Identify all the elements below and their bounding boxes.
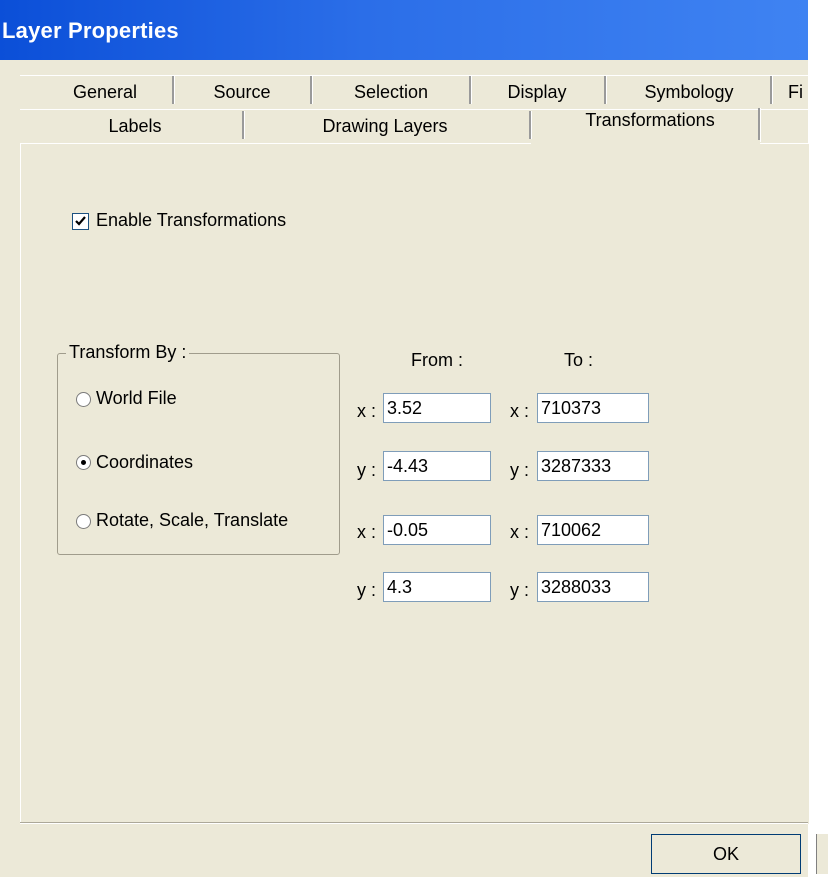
rotate-scale-translate-label: Rotate, Scale, Translate — [96, 510, 289, 530]
checkmark-icon — [75, 216, 86, 226]
enable-transformations-label: Enable Transformations — [96, 210, 287, 230]
to-y1-input[interactable]: 3287333 — [537, 451, 649, 481]
axis-label: x : — [510, 522, 530, 542]
title-bar: Layer Properties — [0, 0, 808, 60]
radio-selected-dot — [81, 460, 86, 465]
tab-fields[interactable]: Fi — [788, 79, 828, 105]
to-y2-input[interactable]: 3288033 — [537, 572, 649, 602]
tab-row1-edge — [20, 75, 808, 76]
tab-separator — [310, 76, 313, 104]
from-x2-input[interactable]: -0.05 — [383, 515, 491, 545]
coordinates-label: Coordinates — [96, 452, 194, 472]
from-y1-input[interactable]: -4.43 — [383, 451, 491, 481]
to-x2-input[interactable]: 710062 — [537, 515, 649, 545]
active-tab-edge — [758, 108, 761, 142]
tab-general[interactable]: General — [62, 79, 148, 105]
tab-display[interactable]: Display — [492, 79, 582, 105]
to-header: To : — [564, 350, 594, 370]
axis-label: y : — [357, 580, 377, 600]
panel-bottom-edge — [20, 823, 808, 824]
axis-label: y : — [510, 580, 530, 600]
tab-source[interactable]: Source — [200, 79, 284, 105]
axis-label: x : — [510, 401, 530, 421]
coordinates-radio[interactable] — [76, 455, 91, 470]
tab-transformations[interactable]: Transformations — [545, 106, 755, 134]
tab-separator — [172, 76, 175, 104]
tab-drawing-layers[interactable]: Drawing Layers — [260, 112, 510, 140]
transform-by-title: Transform By : — [66, 342, 190, 363]
world-file-label: World File — [96, 388, 177, 408]
from-x1-input[interactable]: 3.52 — [383, 393, 491, 423]
tab-separator — [529, 111, 532, 139]
axis-label: x : — [357, 522, 377, 542]
axis-label: y : — [510, 460, 530, 480]
rotate-scale-translate-radio[interactable] — [76, 514, 91, 529]
from-header: From : — [411, 350, 463, 370]
world-file-radio[interactable] — [76, 392, 91, 407]
tab-selection[interactable]: Selection — [336, 79, 446, 105]
axis-label: y : — [357, 460, 377, 480]
active-tab-join — [531, 140, 760, 145]
tab-separator — [242, 111, 245, 139]
tab-separator — [469, 76, 472, 104]
cancel-button-partial[interactable] — [816, 834, 828, 874]
axis-label: x : — [357, 401, 377, 421]
to-x1-input[interactable]: 710373 — [537, 393, 649, 423]
ok-button[interactable]: OK — [651, 834, 801, 874]
enable-transformations-checkbox[interactable] — [72, 213, 89, 230]
window-title: Layer Properties — [2, 18, 179, 43]
tab-separator — [770, 76, 773, 104]
tab-symbology[interactable]: Symbology — [626, 79, 752, 105]
from-y2-input[interactable]: 4.3 — [383, 572, 491, 602]
tab-separator — [604, 76, 607, 104]
tab-labels[interactable]: Labels — [40, 112, 230, 140]
